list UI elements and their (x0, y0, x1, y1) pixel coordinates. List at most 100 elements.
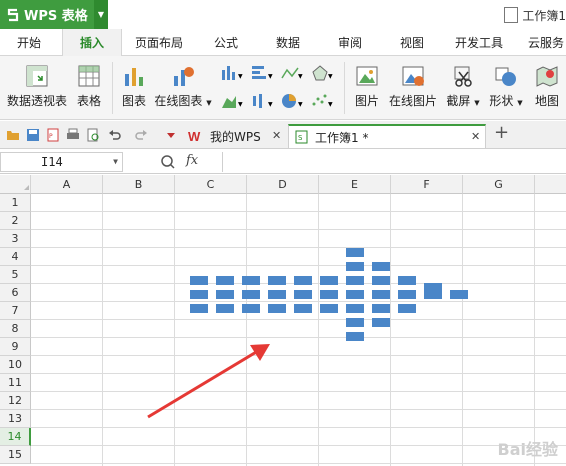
shape-block[interactable] (294, 290, 312, 299)
save-icon[interactable] (26, 128, 40, 142)
tab-data[interactable]: 数据 (258, 29, 318, 56)
shape-block[interactable] (372, 290, 390, 299)
shape-block[interactable] (190, 276, 208, 285)
pdf-export-icon[interactable]: P (46, 128, 60, 142)
formula-input[interactable] (222, 152, 566, 172)
tab-review[interactable]: 审阅 (320, 29, 380, 56)
online-chart-button[interactable]: 在线图表 ▼ (154, 64, 212, 109)
shape-block[interactable] (268, 304, 286, 313)
row-header-13[interactable]: 13 (0, 410, 31, 428)
tab-formulas[interactable]: 公式 (196, 29, 256, 56)
chevron-down-icon[interactable]: ▼ (113, 153, 118, 171)
undo-icon[interactable] (108, 128, 122, 142)
row-header-11[interactable]: 11 (0, 374, 31, 392)
shape-block[interactable] (398, 290, 416, 299)
shape-block[interactable] (268, 276, 286, 285)
map-button[interactable]: 地图 (530, 64, 564, 109)
column-header-g[interactable]: G (463, 175, 535, 194)
tab-workbook[interactable]: S 工作簿1 * ✕ (288, 124, 486, 148)
row-header-6[interactable]: 6 (0, 284, 31, 302)
bar-chart-small-icon[interactable]: ▼ (250, 64, 274, 82)
print-icon[interactable] (66, 128, 80, 142)
shape-block[interactable] (242, 290, 260, 299)
shape-block[interactable] (346, 248, 364, 257)
column-chart-small-icon[interactable]: ▼ (220, 64, 244, 82)
shape-block[interactable] (346, 332, 364, 341)
name-box[interactable]: I14 ▼ (0, 152, 123, 172)
shape-block[interactable] (424, 283, 442, 292)
tab-cloud[interactable]: 云服务 (516, 29, 566, 56)
shape-block[interactable] (216, 290, 234, 299)
column-header-c[interactable]: C (175, 175, 247, 194)
shape-block[interactable] (398, 276, 416, 285)
app-menu-dropdown[interactable]: ▼ (94, 0, 108, 29)
shape-block[interactable] (190, 304, 208, 313)
row-header-9[interactable]: 9 (0, 338, 31, 356)
shape-block[interactable] (372, 304, 390, 313)
area-chart-small-icon[interactable]: ▼ (220, 92, 244, 110)
shape-block[interactable] (216, 304, 234, 313)
row-header-8[interactable]: 8 (0, 320, 31, 338)
row-header-10[interactable]: 10 (0, 356, 31, 374)
shape-block[interactable] (346, 304, 364, 313)
shape-block[interactable] (268, 290, 286, 299)
spreadsheet-grid[interactable]: ABCDEFG 1 2 3 4 5 6 7 8 9 10 11 12 13 14 15 Bai经验 (0, 175, 566, 466)
line-chart-small-icon[interactable]: ▼ (280, 64, 304, 82)
shape-block[interactable] (242, 276, 260, 285)
shape-block[interactable] (320, 304, 338, 313)
pivot-table-button[interactable]: 数据透视表 (4, 64, 70, 109)
column-header-e[interactable]: E (319, 175, 391, 194)
tab-my-wps[interactable]: W 我的WPS ✕ (184, 124, 288, 148)
chart-button[interactable]: 图表 (118, 64, 150, 109)
new-tab-icon[interactable]: + (494, 124, 509, 142)
row-header-1[interactable]: 1 (0, 194, 31, 212)
table-button[interactable]: 表格 (74, 64, 104, 109)
pie-chart-small-icon[interactable]: ▼ (280, 92, 304, 110)
column-header-f[interactable]: F (391, 175, 463, 194)
column-header-d[interactable]: D (247, 175, 319, 194)
screenshot-button[interactable]: 截屏 ▼ (444, 64, 482, 109)
redo-icon[interactable] (134, 128, 148, 142)
row-header-3[interactable]: 3 (0, 230, 31, 248)
shape-button[interactable]: 形状 ▼ (488, 64, 524, 109)
shape-block[interactable] (346, 262, 364, 271)
tab-home[interactable]: 开始 (0, 29, 58, 56)
column-header-overflow[interactable] (535, 175, 566, 194)
column-header-a[interactable]: A (31, 175, 103, 194)
shape-block[interactable] (190, 290, 208, 299)
row-header-14[interactable]: 14 (0, 428, 31, 446)
column-header-b[interactable]: B (103, 175, 175, 194)
row-header-12[interactable]: 12 (0, 392, 31, 410)
tab-insert[interactable]: 插入 (62, 29, 122, 56)
row-header-7[interactable]: 7 (0, 302, 31, 320)
shape-block[interactable] (294, 304, 312, 313)
radar-chart-small-icon[interactable]: ▼ (310, 64, 334, 82)
tab-page-layout[interactable]: 页面布局 (124, 29, 194, 56)
row-header-15[interactable]: 15 (0, 446, 31, 464)
shape-block[interactable] (372, 318, 390, 327)
stock-chart-small-icon[interactable]: ▼ (250, 92, 274, 110)
select-all-corner[interactable] (0, 175, 31, 194)
shape-block[interactable] (320, 276, 338, 285)
row-header-4[interactable]: 4 (0, 248, 31, 266)
tab-view[interactable]: 视图 (382, 29, 442, 56)
shape-block[interactable] (372, 276, 390, 285)
close-tab-icon[interactable]: ✕ (272, 129, 281, 142)
print-preview-icon[interactable] (86, 128, 100, 142)
close-tab-icon[interactable]: ✕ (471, 130, 480, 143)
open-folder-icon[interactable] (6, 128, 20, 142)
zoom-lookup-icon[interactable] (160, 154, 176, 170)
shape-block[interactable] (242, 304, 260, 313)
online-picture-button[interactable]: 在线图片 (386, 64, 440, 109)
row-header-5[interactable]: 5 (0, 266, 31, 284)
shape-block[interactable] (346, 318, 364, 327)
function-fx-icon[interactable]: fx (186, 153, 198, 168)
shape-block[interactable] (216, 276, 234, 285)
shape-block[interactable] (372, 262, 390, 271)
app-menu-button[interactable]: WPS 表格 (0, 0, 94, 29)
scatter-chart-small-icon[interactable]: ▼ (310, 92, 334, 110)
shape-block[interactable] (450, 290, 468, 299)
shape-block[interactable] (320, 290, 338, 299)
row-header-2[interactable]: 2 (0, 212, 31, 230)
shape-block[interactable] (346, 276, 364, 285)
